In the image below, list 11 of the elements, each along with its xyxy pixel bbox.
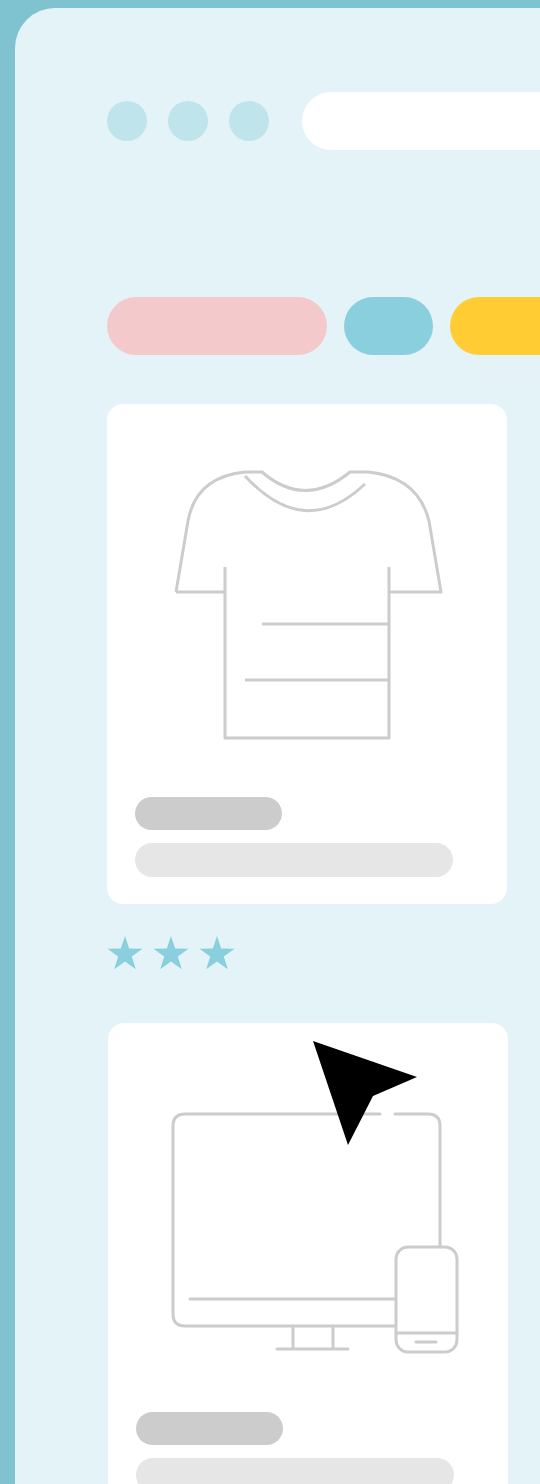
category-pill[interactable] xyxy=(344,297,433,355)
cursor-icon xyxy=(313,1041,417,1145)
category-pill[interactable] xyxy=(450,297,540,355)
window-dot[interactable] xyxy=(107,101,147,141)
star-icon xyxy=(199,936,235,970)
star-icon xyxy=(153,936,189,970)
product-card[interactable] xyxy=(108,1023,508,1484)
window-dot[interactable] xyxy=(229,101,269,141)
window-dot[interactable] xyxy=(168,101,208,141)
star-icon xyxy=(107,936,143,970)
address-bar[interactable] xyxy=(302,92,540,150)
